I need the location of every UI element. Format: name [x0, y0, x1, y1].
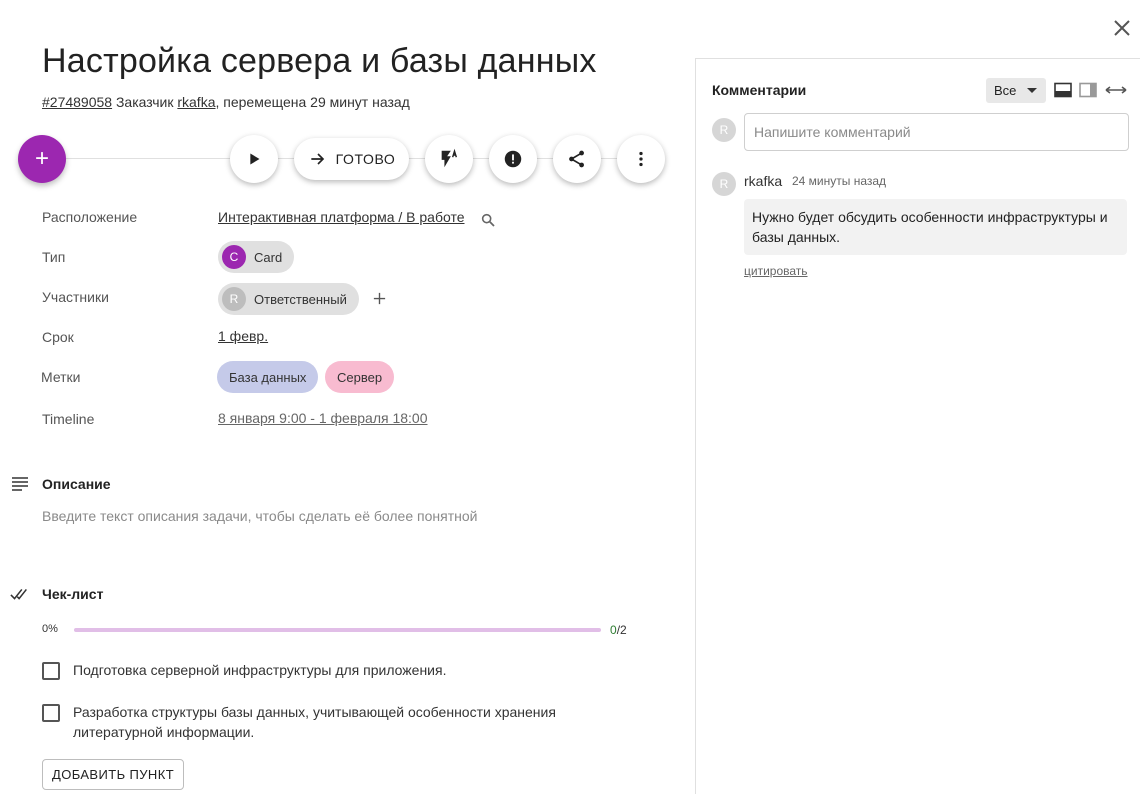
location-link[interactable]: Интерактивная платформа / В работе [218, 209, 465, 225]
task-main-panel: Настройка сервера и базы данных #2748905… [0, 0, 690, 794]
checklist-item-text[interactable]: Разработка структуры базы данных, учитыв… [73, 702, 613, 742]
share-button[interactable] [553, 135, 601, 183]
checklist-count: 0/2 [610, 623, 627, 637]
due-date-link[interactable]: 1 февр. [218, 328, 268, 344]
avatar: R [712, 172, 736, 196]
more-options-button[interactable] [617, 135, 665, 183]
participants-label: Участники [42, 289, 109, 305]
comment-text: Нужно будет обсудить особенности инфраст… [744, 199, 1127, 255]
checklist-item-checkbox[interactable] [42, 704, 60, 722]
plus-icon: + [34, 145, 49, 172]
participant-chip[interactable]: R Ответственный [218, 283, 359, 315]
comment-author[interactable]: rkafka [744, 173, 782, 189]
urgent-button[interactable] [425, 135, 473, 183]
comments-title: Комментарии [712, 82, 807, 98]
done-button-label: ГОТОВО [335, 151, 396, 167]
timeline-label: Timeline [42, 411, 95, 427]
done-button[interactable]: ГОТОВО [294, 138, 409, 180]
due-value: 1 февр. [218, 328, 268, 344]
comment-input[interactable] [744, 113, 1129, 151]
quote-comment-link[interactable]: цитировать [744, 264, 808, 278]
customer-link[interactable]: rkafka [177, 94, 215, 110]
task-id-link[interactable]: #27489058 [42, 94, 112, 110]
description-input[interactable]: Введите текст описания задачи, чтобы сде… [42, 508, 477, 524]
more-vert-icon [639, 151, 643, 167]
add-checklist-item-button[interactable]: ДОБАВИТЬ ПУНКТ [42, 759, 185, 790]
arrow-right-icon [310, 153, 324, 165]
add-participant-icon[interactable] [372, 291, 387, 306]
comments-filter-value: Все [994, 83, 1017, 98]
participant-avatar: R [222, 287, 246, 311]
type-avatar: C [222, 245, 246, 269]
type-chip-label: Card [254, 249, 283, 265]
description-title: Описание [42, 476, 111, 492]
avatar: R [712, 118, 736, 142]
add-button[interactable]: + [18, 135, 66, 183]
timeline-link[interactable]: 8 января 9:00 - 1 февраля 18:00 [218, 410, 428, 426]
flash-auto-icon [441, 148, 458, 168]
due-label: Срок [42, 329, 74, 345]
layout-side-icon[interactable] [1079, 82, 1097, 98]
chevron-down-icon [1027, 88, 1037, 93]
location-label: Расположение [42, 209, 138, 225]
notes-icon [12, 477, 28, 491]
comments-filter-select[interactable]: Все [986, 78, 1046, 103]
error-icon [504, 150, 522, 168]
comments-panel: Комментарии Все R R rkafka 24 минуты наз… [695, 58, 1140, 794]
checklist-item-text[interactable]: Подготовка серверной инфраструктуры для … [73, 660, 613, 680]
close-icon[interactable] [1110, 16, 1134, 40]
checklist-title: Чек-лист [42, 586, 104, 602]
checklist-total-count: /2 [616, 623, 627, 637]
task-title[interactable]: Настройка сервера и базы данных [42, 42, 597, 81]
timeline-value: 8 января 9:00 - 1 февраля 18:00 [218, 410, 428, 426]
checklist-item-checkbox[interactable] [42, 662, 60, 680]
comment-time: 24 минуты назад [792, 174, 887, 188]
expand-horizontal-icon[interactable] [1104, 82, 1128, 98]
search-icon[interactable] [480, 212, 496, 228]
tag-database[interactable]: База данных [217, 361, 319, 393]
done-all-icon [10, 588, 27, 600]
moved-text: , перемещена 29 минут назад [215, 94, 410, 110]
tag-server[interactable]: Сервер [325, 361, 395, 393]
layout-bottom-icon[interactable] [1054, 82, 1072, 98]
task-meta: #27489058 Заказчик rkafka, перемещена 29… [42, 94, 410, 110]
share-icon [569, 150, 584, 168]
type-label: Тип [42, 249, 66, 265]
tags-label: Метки [41, 369, 81, 385]
customer-prefix: Заказчик [115, 94, 174, 110]
checklist-done-count: 0 [610, 623, 617, 637]
checklist-percent: 0% [42, 623, 58, 635]
checklist-progress-bar [74, 628, 601, 632]
play-icon [250, 153, 260, 165]
location-value: Интерактивная платформа / В работе [218, 209, 465, 225]
type-chip[interactable]: C Card [218, 241, 295, 273]
start-timer-button[interactable] [230, 135, 278, 183]
priority-button[interactable] [489, 135, 537, 183]
participant-chip-label: Ответственный [254, 291, 347, 307]
